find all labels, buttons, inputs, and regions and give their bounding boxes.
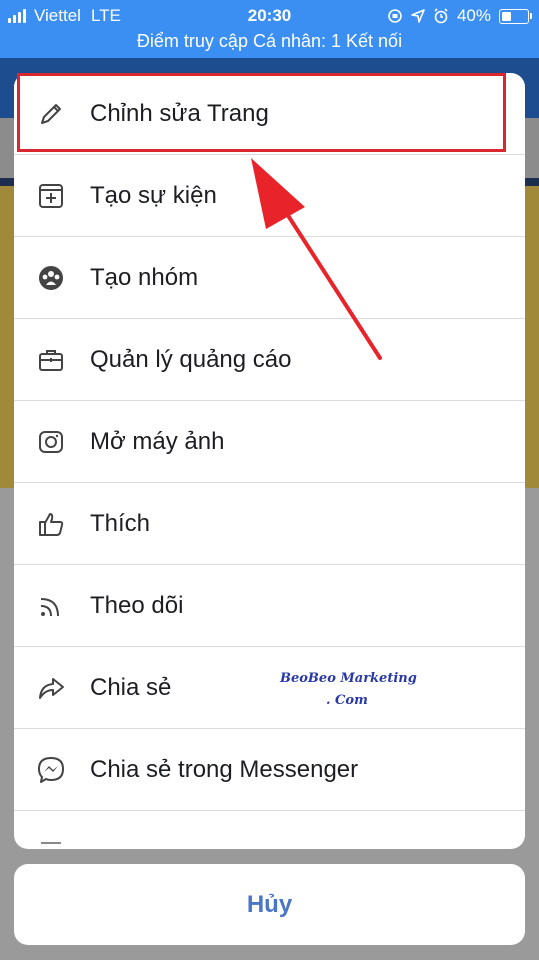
menu-item-manage-ads[interactable]: Quản lý quảng cáo — [14, 319, 525, 401]
briefcase-icon — [39, 350, 63, 371]
menu-item-label: Chỉnh sửa Trang — [90, 100, 269, 127]
menu-item-label: Mở máy ảnh — [90, 428, 225, 455]
battery-icon — [499, 8, 532, 24]
menu-item-label: Tạo sự kiện — [90, 182, 217, 209]
cancel-label: Hủy — [246, 891, 293, 918]
partial-item-icon — [41, 842, 61, 844]
menu-item-like[interactable]: Thích — [14, 483, 525, 565]
menu-item-label: Thích — [90, 510, 151, 537]
cancel-button[interactable]: Hủy — [14, 864, 525, 945]
alarm-icon — [434, 8, 448, 24]
menu-item-label: Tạo nhóm — [90, 264, 199, 291]
menu-item-open-camera[interactable]: Mở máy ảnh — [14, 401, 525, 483]
menu-item-label: Chia sẻ trong Messenger — [90, 756, 359, 783]
status-right: 40% — [387, 6, 532, 26]
messenger-icon — [38, 757, 64, 783]
menu-item-share[interactable]: Chia sẻ — [14, 647, 525, 729]
calendar-plus-icon — [39, 184, 63, 208]
action-sheet: Chỉnh sửa Trang Tạo sự kiện Tạo nhóm Quả… — [14, 73, 525, 849]
hotspot-banner[interactable]: Điểm truy cập Cá nhân: 1 Kết nối — [0, 31, 539, 52]
menu-item-partial[interactable] — [14, 811, 525, 849]
menu-item-label: Theo dõi — [90, 592, 184, 619]
menu-item-create-event[interactable]: Tạo sự kiện — [14, 155, 525, 237]
background-cover-right — [525, 178, 539, 488]
rotation-lock-icon — [388, 9, 402, 23]
camera-icon — [39, 431, 63, 453]
pencil-icon — [41, 104, 61, 124]
watermark-line-2: . Com — [326, 693, 368, 708]
menu-item-label: Chia sẻ — [90, 674, 172, 701]
group-icon — [39, 266, 63, 290]
battery-percent: 40% — [456, 6, 491, 25]
menu-item-share-messenger[interactable]: Chia sẻ trong Messenger — [14, 729, 525, 811]
menu-item-create-group[interactable]: Tạo nhóm — [14, 237, 525, 319]
watermark: BeoBeo Marketing . Com — [280, 668, 420, 712]
location-icon — [411, 9, 425, 23]
status-bar: Viettel LTE 20:30 40% Điểm truy cập Cá n… — [0, 0, 539, 58]
rss-icon — [40, 598, 59, 617]
menu-item-follow[interactable]: Theo dõi — [14, 565, 525, 647]
menu-item-edit-page[interactable]: Chỉnh sửa Trang — [14, 73, 525, 155]
menu-item-label: Quản lý quảng cáo — [90, 346, 292, 373]
share-icon — [39, 678, 64, 699]
background-cover-left — [0, 178, 14, 488]
watermark-line-1: BeoBeo Marketing — [280, 671, 417, 686]
thumbs-up-icon — [39, 513, 64, 536]
